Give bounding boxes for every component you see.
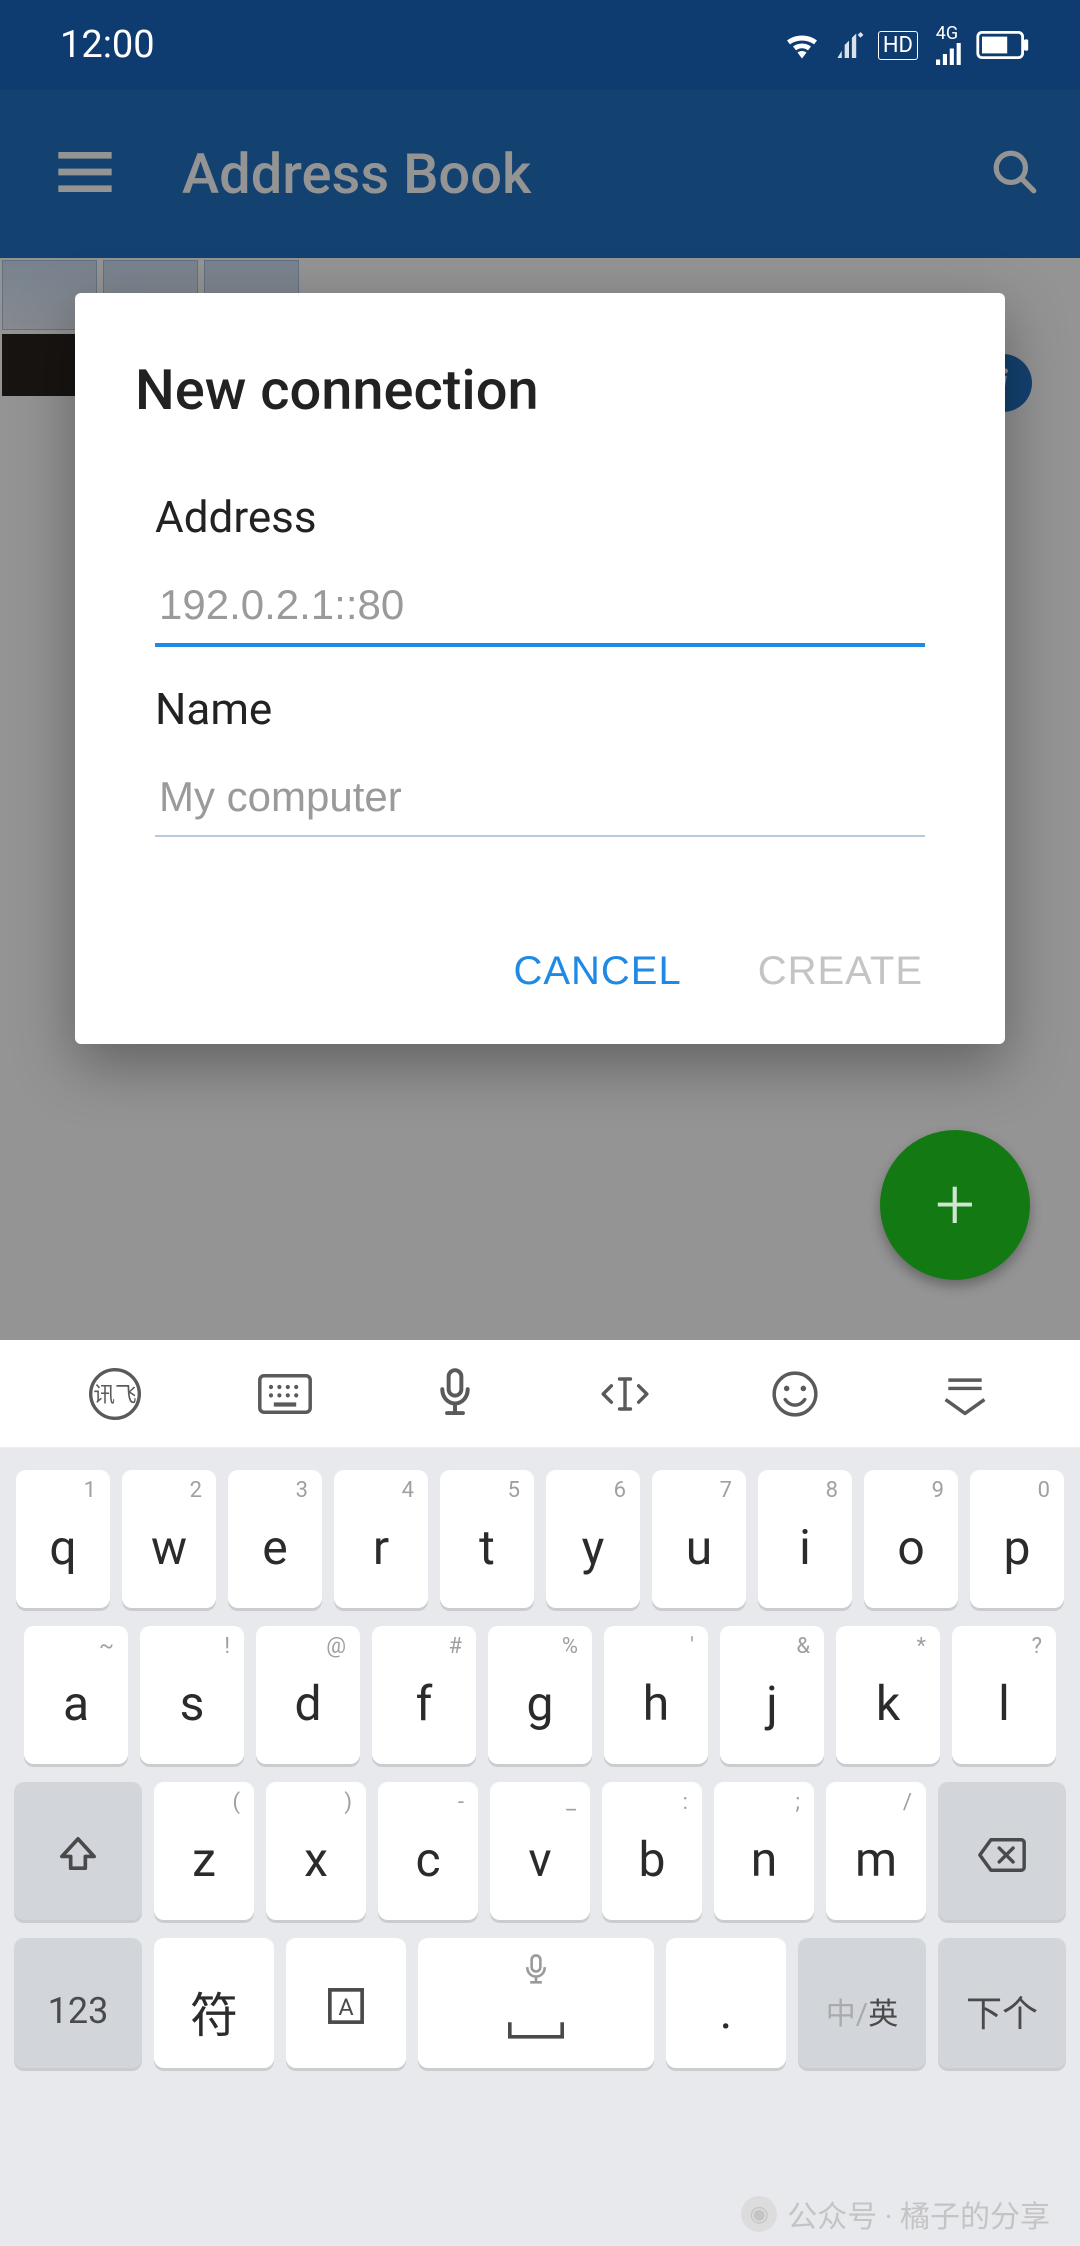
symbols-key[interactable]: 符 bbox=[154, 1938, 274, 2068]
language-icon: A bbox=[324, 1983, 368, 2040]
key-z[interactable]: (z bbox=[154, 1782, 254, 1920]
address-label: Address bbox=[155, 491, 925, 543]
cursor-move-icon[interactable] bbox=[595, 1364, 655, 1424]
add-fab[interactable]: + bbox=[880, 1130, 1030, 1280]
key-s[interactable]: !s bbox=[140, 1626, 244, 1764]
backspace-key[interactable] bbox=[938, 1782, 1066, 1920]
wechat-icon: ◉ bbox=[741, 2196, 777, 2232]
key-t[interactable]: 5t bbox=[440, 1470, 534, 1608]
next-key[interactable]: 下个 bbox=[938, 1938, 1066, 2068]
address-input[interactable] bbox=[155, 571, 925, 647]
name-label: Name bbox=[155, 683, 925, 735]
dialog-title: New connection bbox=[135, 357, 945, 423]
signal-no-sim-icon bbox=[834, 32, 864, 58]
key-d[interactable]: @d bbox=[256, 1626, 360, 1764]
key-i[interactable]: 8i bbox=[758, 1470, 852, 1608]
watermark: ◉ 公众号 · 橘子的分享 bbox=[741, 2192, 1050, 2236]
wifi-icon bbox=[784, 31, 820, 59]
dialog-actions: CANCEL CREATE bbox=[135, 933, 945, 1010]
cancel-button[interactable]: CANCEL bbox=[505, 933, 689, 1010]
key-x[interactable]: )x bbox=[266, 1782, 366, 1920]
key-j[interactable]: &j bbox=[720, 1626, 824, 1764]
status-bar: 12:00 HD 4G bbox=[0, 0, 1080, 90]
status-time: 12:00 bbox=[60, 23, 155, 67]
svg-text:讯飞: 讯飞 bbox=[93, 1383, 136, 1408]
mic-small-icon bbox=[523, 1954, 549, 1990]
battery-icon bbox=[976, 31, 1030, 59]
collapse-keyboard-icon[interactable] bbox=[935, 1364, 995, 1424]
key-g[interactable]: %g bbox=[488, 1626, 592, 1764]
key-r[interactable]: 4r bbox=[334, 1470, 428, 1608]
period-key[interactable]: . bbox=[666, 1938, 786, 2068]
create-button[interactable]: CREATE bbox=[750, 933, 931, 1010]
status-icons: HD 4G bbox=[784, 25, 1030, 65]
address-field-group: Address bbox=[135, 491, 945, 647]
key-u[interactable]: 7u bbox=[652, 1470, 746, 1608]
keyboard-layout-icon[interactable] bbox=[255, 1364, 315, 1424]
key-y[interactable]: 6y bbox=[546, 1470, 640, 1608]
key-f[interactable]: #f bbox=[372, 1626, 476, 1764]
shift-key[interactable] bbox=[14, 1782, 142, 1920]
key-p[interactable]: 0p bbox=[970, 1470, 1064, 1608]
key-a[interactable]: ~a bbox=[24, 1626, 128, 1764]
key-row-1: 1q2w3e4r5t6y7u8i9o0p bbox=[14, 1470, 1066, 1608]
svg-text:A: A bbox=[338, 1992, 353, 2020]
language-key[interactable]: A bbox=[286, 1938, 406, 2068]
key-row-3: (z)x-c_v:b;n/m bbox=[14, 1782, 1066, 1920]
key-b[interactable]: :b bbox=[602, 1782, 702, 1920]
new-connection-dialog: New connection Address Name CANCEL CREAT… bbox=[75, 293, 1005, 1044]
key-n[interactable]: ;n bbox=[714, 1782, 814, 1920]
plus-icon: + bbox=[935, 1164, 975, 1246]
space-key[interactable] bbox=[418, 1938, 654, 2068]
key-c[interactable]: -c bbox=[378, 1782, 478, 1920]
hd-indicator: HD bbox=[878, 31, 918, 60]
numbers-key[interactable]: 123 bbox=[14, 1938, 142, 2068]
key-row-2: ~a!s@d#f%g'h&j*k?l bbox=[14, 1626, 1066, 1764]
key-w[interactable]: 2w bbox=[122, 1470, 216, 1608]
name-field-group: Name bbox=[135, 683, 945, 837]
keyboard-toolbar: 讯飞 bbox=[0, 1340, 1080, 1448]
shift-icon bbox=[56, 1833, 100, 1886]
key-v[interactable]: _v bbox=[490, 1782, 590, 1920]
signal-4g-icon: 4G bbox=[932, 25, 962, 65]
spacebar-icon bbox=[504, 1998, 568, 2055]
microphone-icon[interactable] bbox=[425, 1364, 485, 1424]
key-k[interactable]: *k bbox=[836, 1626, 940, 1764]
key-l[interactable]: ?l bbox=[952, 1626, 1056, 1764]
keyboard-rows: 1q2w3e4r5t6y7u8i9o0p ~a!s@d#f%g'h&j*k?l … bbox=[0, 1448, 1080, 2246]
key-o[interactable]: 9o bbox=[864, 1470, 958, 1608]
key-q[interactable]: 1q bbox=[16, 1470, 110, 1608]
ime-switch-key[interactable]: 中/英 bbox=[798, 1938, 926, 2068]
soft-keyboard: 讯飞 1q2w3e4r5t6y7u8i9o0p ~a!s@d#f%g'h&j*k… bbox=[0, 1340, 1080, 2246]
ime-logo-icon[interactable]: 讯飞 bbox=[85, 1364, 145, 1424]
key-e[interactable]: 3e bbox=[228, 1470, 322, 1608]
name-input[interactable] bbox=[155, 763, 925, 837]
key-row-bottom: 123 符 A . 中/英 下个 bbox=[14, 1938, 1066, 2068]
key-h[interactable]: 'h bbox=[604, 1626, 708, 1764]
watermark-text: 公众号 · 橘子的分享 bbox=[787, 2192, 1050, 2236]
backspace-icon bbox=[977, 1837, 1027, 1882]
emoji-icon[interactable] bbox=[765, 1364, 825, 1424]
key-m[interactable]: /m bbox=[826, 1782, 926, 1920]
